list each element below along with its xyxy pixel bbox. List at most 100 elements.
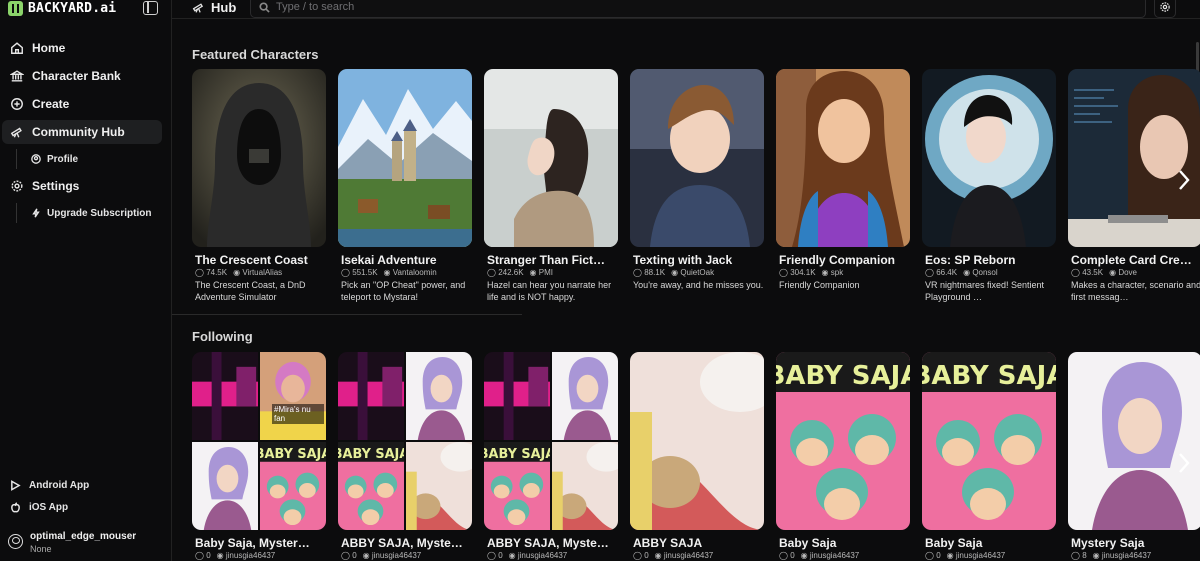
author-icon: ◉: [946, 551, 954, 560]
author-icon: ◉: [508, 551, 516, 560]
card-title[interactable]: Mystery Saja: [1068, 536, 1200, 550]
card-thumbnail[interactable]: [338, 69, 472, 247]
featured-card[interactable]: Isekai Adventure ◯ 551.5K ◉ Vantaloomin Pic…: [338, 69, 472, 303]
card-title[interactable]: ABBY SAJA: [630, 536, 764, 550]
ios-app-link[interactable]: iOS App: [10, 502, 68, 513]
featured-card[interactable]: Friendly Companion ◯ 304.1K ◉ spk Friendly …: [776, 69, 910, 303]
card-thumbnail[interactable]: [1068, 69, 1200, 247]
card-author[interactable]: ◉ jinusgia46437: [1093, 551, 1152, 560]
card-meta: ◯ 304.1K ◉ spk: [776, 268, 910, 277]
card-title[interactable]: ABBY SAJA, Myste…: [338, 536, 472, 550]
following-next-arrow-icon[interactable]: [1174, 448, 1194, 478]
logo[interactable]: BACKYARD.ai: [8, 0, 116, 17]
card-author[interactable]: ◉ jinusgia46437: [509, 551, 568, 560]
card-thumbnail[interactable]: [192, 69, 326, 247]
card-thumbnail[interactable]: #Mira's nu fan BABY SAJA: [192, 352, 326, 530]
card-meta: ◯ 0 ◉ jinusgia46437: [776, 551, 910, 560]
card-author[interactable]: ◉ jinusgia46437: [801, 551, 860, 560]
card-thumbnail[interactable]: BABY SAJA: [776, 352, 910, 530]
card-thumbnail[interactable]: [776, 69, 910, 247]
user-account[interactable]: optimal_edge_mouser None: [8, 531, 136, 555]
sidebar-item-character-bank[interactable]: Character Bank: [2, 64, 162, 88]
card-title[interactable]: Eos: SP Reborn: [922, 253, 1056, 267]
page-title-text: Hub: [211, 0, 237, 15]
sidebar-item-profile[interactable]: Profile: [16, 149, 78, 169]
card-thumbnail[interactable]: [922, 69, 1056, 247]
following-card[interactable]: #Mira's nu fan BABY SAJA Baby Saja, Myster…: [192, 352, 326, 560]
card-author[interactable]: ◉ PMI: [530, 268, 553, 277]
telescope-icon: [10, 125, 24, 139]
card-author[interactable]: ◉ QuietOak: [671, 268, 714, 277]
card-title[interactable]: The Crescent Coast: [192, 253, 326, 267]
card-title[interactable]: Stranger Than Fict…: [484, 253, 618, 267]
sidebar-item-upgrade[interactable]: Upgrade Subscription: [16, 203, 151, 223]
card-title[interactable]: Baby Saja: [922, 536, 1056, 550]
following-card[interactable]: BABY SAJA Baby Saja◯ 0 ◉ jinusgia46437: [922, 352, 1056, 560]
featured-next-arrow-icon[interactable]: [1174, 165, 1194, 195]
sidebar-toggle-icon[interactable]: [143, 1, 158, 15]
card-title[interactable]: Isekai Adventure: [338, 253, 472, 267]
card-title[interactable]: ABBY SAJA, Myste…: [484, 536, 618, 550]
android-app-link[interactable]: Android App: [10, 480, 89, 491]
author-icon: ◉: [671, 268, 679, 277]
author-icon: ◉: [821, 268, 829, 277]
home-icon: [10, 41, 24, 55]
card-thumbnail[interactable]: [630, 352, 764, 530]
card-author[interactable]: ◉ jinusgia46437: [363, 551, 422, 560]
svg-text:BABY SAJA: BABY SAJA: [260, 447, 326, 462]
user-status: None: [30, 544, 52, 554]
chat-icon: ◯: [1071, 551, 1080, 560]
card-author[interactable]: ◉ jinusgia46437: [947, 551, 1006, 560]
featured-card[interactable]: The Crescent Coast ◯ 74.5K ◉ VirtualAlias T…: [192, 69, 326, 303]
card-meta: ◯ 66.4K ◉ Qonsol: [922, 268, 1056, 277]
card-thumbnail[interactable]: BABY SAJA: [484, 352, 618, 530]
card-author[interactable]: ◉ spk: [822, 268, 844, 277]
featured-card[interactable]: Eos: SP Reborn ◯ 66.4K ◉ Qonsol VR nightmar…: [922, 69, 1056, 303]
sidebar-item-settings[interactable]: Settings: [2, 174, 162, 198]
card-thumbnail[interactable]: [630, 69, 764, 247]
card-author[interactable]: ◉ Qonsol: [963, 268, 998, 277]
chat-count: ◯ 74.5K: [195, 268, 228, 277]
following-card[interactable]: BABY SAJA ABBY SAJA, Myste…◯ 0 ◉ jinusgia4…: [484, 352, 618, 560]
card-author[interactable]: ◉ Dove: [1109, 268, 1137, 277]
chat-count: ◯ 8: [1071, 551, 1087, 560]
card-author[interactable]: ◉ jinusgia46437: [655, 551, 714, 560]
card-description: VR nightmares fixed! Sentient Playground…: [925, 280, 1045, 302]
card-thumbnail[interactable]: [484, 69, 618, 247]
card-author[interactable]: ◉ VirtualAlias: [233, 268, 282, 277]
mosaic-tile: [406, 442, 472, 530]
featured-card[interactable]: Texting with Jack ◯ 88.1K ◉ QuietOak You're…: [630, 69, 764, 303]
card-title[interactable]: Texting with Jack: [630, 253, 764, 267]
sidebar-item-community-hub[interactable]: Community Hub: [2, 120, 162, 144]
sidebar-item-home[interactable]: Home: [2, 36, 162, 60]
card-title[interactable]: Friendly Companion: [776, 253, 910, 267]
chat-count: ◯ 551.5K: [341, 268, 378, 277]
following-card[interactable]: BABY SAJA ABBY SAJA, Myste…◯ 0 ◉ jinusgia4…: [338, 352, 472, 560]
search-input[interactable]: [276, 1, 1076, 13]
following-card[interactable]: BABY SAJA Baby Saja◯ 0 ◉ jinusgia46437: [776, 352, 910, 560]
card-title[interactable]: Complete Card Cre…: [1068, 253, 1200, 267]
card-author[interactable]: ◉ Vantaloomin: [384, 268, 437, 277]
following-card[interactable]: ABBY SAJA ◯ 0 ◉ jinusgia46437: [630, 352, 764, 560]
chat-icon: ◯: [925, 551, 934, 560]
author-icon: ◉: [1092, 551, 1100, 560]
card-thumbnail[interactable]: BABY SAJA: [338, 352, 472, 530]
author-icon: ◉: [362, 551, 370, 560]
card-thumbnail[interactable]: [1068, 352, 1200, 530]
sidebar: BACKYARD.ai Home Character Bank Create C…: [0, 0, 172, 561]
sidebar-item-create[interactable]: Create: [2, 92, 162, 116]
chat-icon: ◯: [779, 268, 788, 277]
bank-icon: [10, 69, 24, 83]
card-title[interactable]: Baby Saja, Myster…: [192, 536, 326, 550]
card-thumbnail[interactable]: BABY SAJA: [922, 352, 1056, 530]
card-description: The Crescent Coast, a DnD Adventure Simu…: [195, 280, 306, 302]
featured-card[interactable]: Stranger Than Fict… ◯ 242.6K ◉ PMI Hazel ca…: [484, 69, 618, 303]
card-description: Friendly Companion: [779, 280, 860, 290]
card-author[interactable]: ◉ jinusgia46437: [217, 551, 276, 560]
chat-count: ◯ 0: [925, 551, 941, 560]
card-title[interactable]: Baby Saja: [776, 536, 910, 550]
settings-button[interactable]: [1154, 0, 1176, 18]
mosaic-tile: [552, 442, 618, 530]
profile-icon: [31, 154, 41, 164]
chat-count: ◯ 304.1K: [779, 268, 816, 277]
